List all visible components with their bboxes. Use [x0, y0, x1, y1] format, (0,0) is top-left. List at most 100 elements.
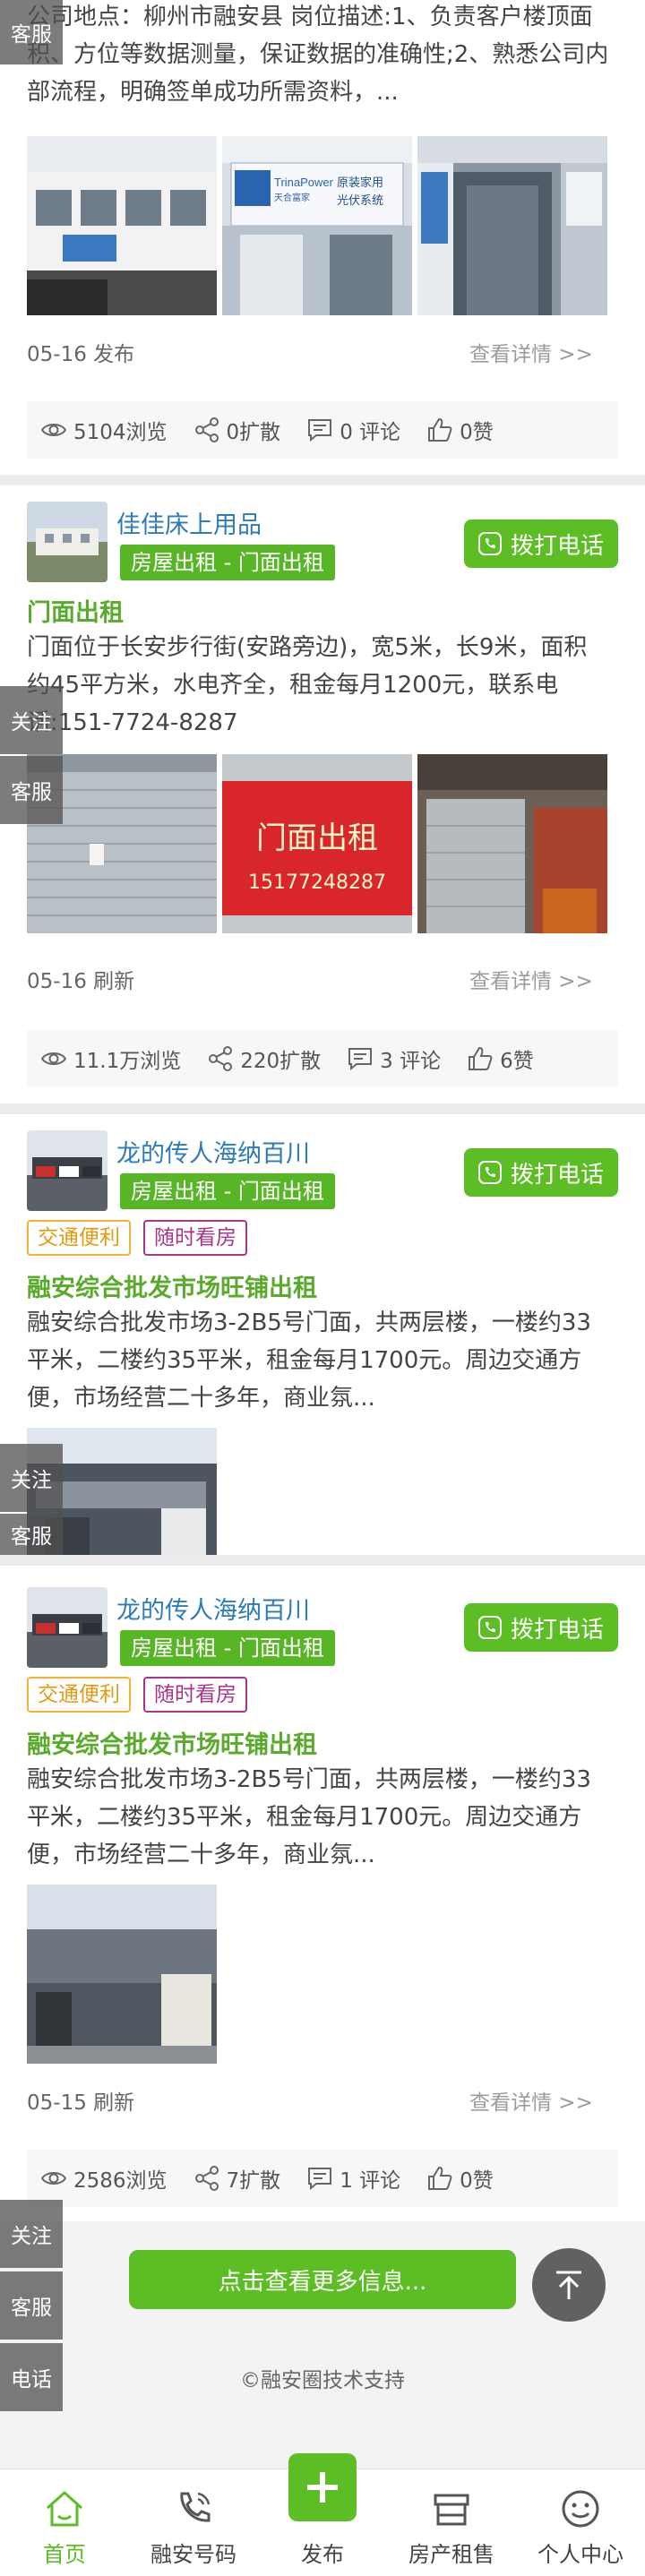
plus-icon [307, 2472, 338, 2503]
post-card[interactable]: 龙的传人海纳百川 房屋出租 - 门面出租 拨打电话 交通便利 随时看房 融安综合… [0, 1566, 645, 2221]
phone-icon [180, 2492, 211, 2522]
photo-sign-text: 天合富家 [274, 192, 310, 203]
comment-stat[interactable]: 0 评论 [305, 415, 400, 445]
service-side-button[interactable]: 客服 [0, 0, 63, 64]
post-title[interactable]: 门面出租 [27, 593, 124, 628]
tab-label: 融安号码 [150, 2542, 236, 2567]
shares-count: 7扩散 [226, 2169, 281, 2193]
call-button[interactable]: 拨打电话 [464, 519, 618, 568]
post-stats: 2586浏览 7扩散 1 评论 0赞 [27, 2150, 618, 2207]
post-card[interactable]: 龙的传人海纳百川 房屋出租 - 门面出租 拨打电话 交通便利 随时看房 融安综合… [0, 1114, 645, 1555]
post-title[interactable]: 融安综合批发市场旺铺出租 [27, 1725, 317, 1760]
follow-side-button[interactable]: 关注 [0, 686, 63, 754]
poster-name[interactable]: 佳佳床上用品 [116, 505, 262, 540]
service-side-button[interactable]: 客服 [0, 2271, 63, 2340]
phone-icon [477, 1161, 502, 1184]
view-detail-link[interactable]: 查看详情 >> [469, 2085, 593, 2116]
post-photo[interactable] [27, 1885, 217, 2064]
shares-count: 0扩散 [226, 421, 281, 444]
call-button[interactable]: 拨打电话 [464, 1603, 618, 1652]
feature-badge: 随时看房 [143, 1677, 247, 1713]
smiley-icon [562, 2490, 599, 2528]
post-description: 公司地点：柳州市融安县 岗位描述:1、负责客户楼顶面积、方位等数据测量，保证数据… [27, 4, 609, 106]
comments-count: 1 评论 [340, 2169, 401, 2193]
post-photo[interactable] [27, 136, 217, 315]
category-tag[interactable]: 房屋出租 - 门面出租 [120, 1173, 335, 1209]
share-icon [194, 417, 219, 442]
like-stat[interactable]: 0赞 [426, 415, 494, 445]
card-separator [0, 475, 645, 485]
avatar[interactable] [27, 1130, 108, 1211]
photo-sign-text: TrinaPower [274, 176, 334, 189]
like-stat[interactable]: 0赞 [426, 2163, 494, 2194]
thumbs-up-icon [428, 2166, 452, 2190]
share-stat[interactable]: 7扩散 [193, 2163, 281, 2194]
service-side-button[interactable]: 客服 [0, 1514, 63, 1555]
post-photo[interactable] [417, 136, 607, 315]
follow-side-button[interactable]: 关注 [0, 2200, 63, 2268]
view-detail-link[interactable]: 查看详情 >> [469, 337, 593, 367]
post-stats: 11.1万浏览 220扩散 3 评论 6赞 [27, 1030, 618, 1087]
views-count: 2586浏览 [73, 2169, 168, 2193]
service-side-button[interactable]: 客服 [0, 756, 63, 824]
views-stat: 11.1万浏览 [39, 1043, 181, 1074]
home-icon [46, 2490, 83, 2527]
back-to-top-button[interactable] [532, 2248, 606, 2322]
card-separator [0, 1555, 645, 1566]
poster-name[interactable]: 龙的传人海纳百川 [116, 1134, 310, 1169]
call-button[interactable]: 拨打电话 [464, 1148, 618, 1197]
post-title[interactable]: 融安综合批发市场旺铺出租 [27, 1268, 317, 1303]
tab-label: 房产租售 [408, 2542, 494, 2567]
comment-icon [348, 1048, 373, 1071]
feature-badge: 交通便利 [27, 1220, 131, 1256]
comment-stat[interactable]: 1 评论 [305, 2163, 400, 2194]
category-tag[interactable]: 房屋出租 - 门面出租 [120, 545, 335, 580]
eye-icon [40, 2172, 67, 2185]
like-stat[interactable]: 6赞 [466, 1043, 534, 1074]
category-tag[interactable]: 房屋出租 - 门面出租 [120, 1630, 335, 1666]
call-button-label: 拨打电话 [510, 1161, 604, 1189]
post-time: 05-15 刷新 [27, 2091, 135, 2115]
share-stat[interactable]: 0扩散 [193, 415, 281, 445]
comment-stat[interactable]: 3 评论 [346, 1043, 441, 1074]
photo-sign-text: 门面出租 [256, 820, 378, 856]
comment-icon [308, 419, 332, 442]
shop-icon [434, 2494, 469, 2526]
post-card[interactable]: 公司地点：柳州市融安县 岗位描述:1、负责客户楼顶面积、方位等数据测量，保证数据… [0, 0, 645, 475]
tab-profile[interactable]: 个人中心 [516, 2469, 645, 2576]
feature-badge: 随时看房 [143, 1220, 247, 1256]
post-photo[interactable] [417, 754, 607, 933]
views-count: 11.1万浏览 [73, 1050, 182, 1073]
comments-count: 0 评论 [340, 421, 401, 444]
load-more-button[interactable]: 点击查看更多信息... [129, 2250, 516, 2309]
post-card[interactable]: 佳佳床上用品 房屋出租 - 门面出租 拨打电话 门面出租 门面位于长安步行街(安… [0, 485, 645, 1103]
avatar[interactable] [27, 1587, 108, 1668]
poster-name[interactable]: 龙的传人海纳百川 [116, 1591, 310, 1626]
call-button-label: 拨打电话 [510, 532, 604, 560]
follow-side-button[interactable]: 关注 [0, 1444, 63, 1512]
tab-numbers[interactable]: 融安号码 [129, 2469, 258, 2576]
thumbs-up-icon [428, 417, 452, 442]
share-icon [194, 2166, 219, 2191]
tab-property[interactable]: 房产租售 [387, 2469, 516, 2576]
share-stat[interactable]: 220扩散 [206, 1043, 321, 1074]
share-icon [209, 1046, 233, 1071]
eye-icon [40, 424, 67, 436]
likes-count: 0赞 [460, 421, 494, 444]
likes-count: 0赞 [460, 2169, 494, 2193]
arrow-up-icon [556, 2271, 581, 2299]
phone-icon [477, 1616, 502, 1639]
post-photo[interactable]: TrinaPower 天合富家 原装家用 光伏系统 [222, 136, 412, 315]
post-photo[interactable]: 门面出租 15177248287 [222, 754, 412, 933]
views-count: 5104浏览 [73, 421, 168, 444]
phone-side-button[interactable]: 电话 [0, 2343, 63, 2411]
post-time: 05-16 发布 [27, 343, 135, 366]
publish-button[interactable] [288, 2453, 357, 2521]
tech-support-text: ©融安圈技术支持 [240, 2369, 405, 2392]
tab-home[interactable]: 首页 [0, 2469, 129, 2576]
likes-count: 6赞 [500, 1050, 534, 1073]
thumbs-up-icon [469, 1046, 493, 1070]
avatar[interactable] [27, 502, 108, 582]
bottom-tab-bar: 首页 融安号码 发布 房产租售 个人中心 [0, 2453, 645, 2576]
view-detail-link[interactable]: 查看详情 >> [469, 964, 593, 994]
